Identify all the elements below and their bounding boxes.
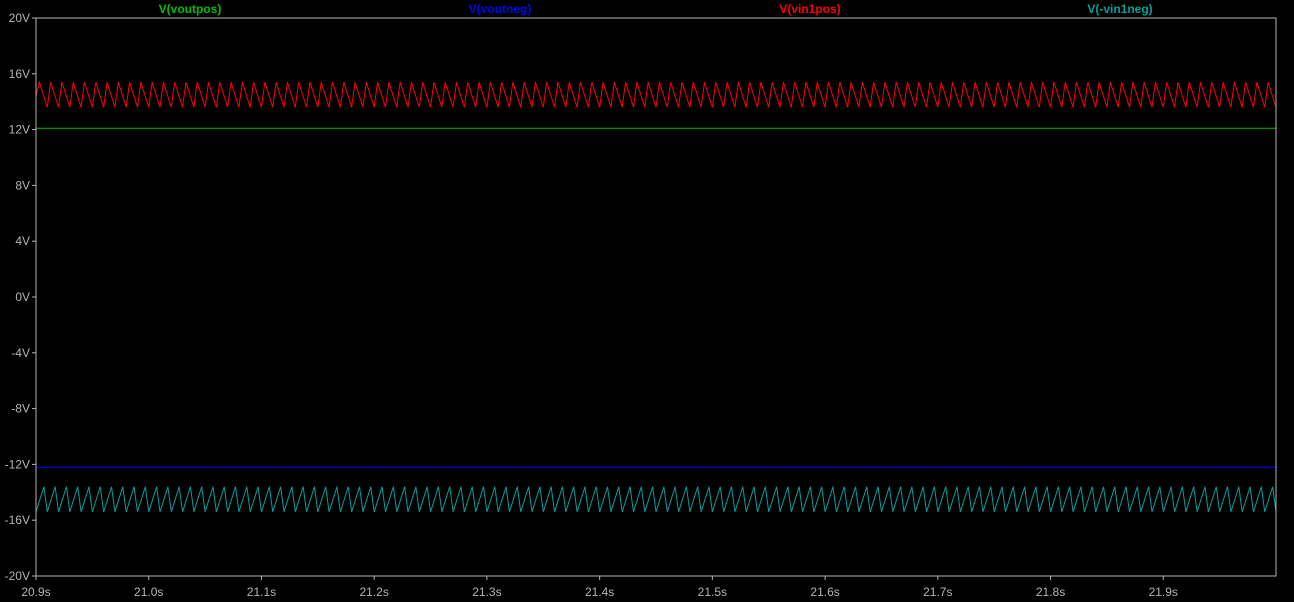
x-tick-label: 21.8s (1036, 585, 1065, 599)
trace-v-vin1neg[interactable] (35, 486, 1277, 512)
x-tick-label: 21.5s (698, 585, 727, 599)
y-tick-label: 12V (9, 123, 30, 137)
legend-entry[interactable]: V(voutneg) (469, 2, 532, 16)
y-tick-label: -12V (5, 457, 30, 471)
y-tick-label: 16V (9, 67, 30, 81)
x-tick-label: 21.0s (134, 585, 163, 599)
waveform-plot[interactable]: V(voutpos) V(voutneg) V(vin1pos) V(-vin1neg… (0, 0, 1294, 602)
x-tick-label: 21.3s (472, 585, 501, 599)
y-tick-label: -4V (11, 346, 30, 360)
y-tick-label: -20V (5, 569, 30, 583)
x-tick-label: 21.9s (1149, 585, 1178, 599)
y-tick-label: 4V (15, 234, 30, 248)
x-tick-label: 21.2s (360, 585, 389, 599)
legend-entry[interactable]: V(vin1pos) (779, 2, 840, 16)
x-tick-label: 21.1s (247, 585, 276, 599)
y-tick-label: -8V (11, 402, 30, 416)
x-tick-label: 21.4s (585, 585, 614, 599)
legend: V(voutpos) V(voutneg) V(vin1pos) V(-vin1neg… (159, 2, 1153, 16)
x-tick-label: 21.7s (923, 585, 952, 599)
y-tick-label: 0V (15, 290, 30, 304)
legend-entry[interactable]: V(voutpos) (159, 2, 222, 16)
traces (35, 80, 1277, 512)
x-tick-label: 21.6s (810, 585, 839, 599)
legend-entry[interactable]: V(-vin1neg) (1087, 2, 1152, 16)
trace-v-vin1pos[interactable] (35, 80, 1277, 108)
x-tick-label: 20.9s (21, 585, 50, 599)
waveform-viewer: V(voutpos) V(voutneg) V(vin1pos) V(-vin1neg… (0, 0, 1294, 602)
y-tick-label: -16V (5, 513, 30, 527)
y-tick-label: 20V (9, 11, 30, 25)
tick-labels: 20V 16V 12V 8V 4V 0V -4V -8V -12V -16V -20V 20.9s 21… (5, 11, 1178, 599)
y-tick-label: 8V (15, 178, 30, 192)
